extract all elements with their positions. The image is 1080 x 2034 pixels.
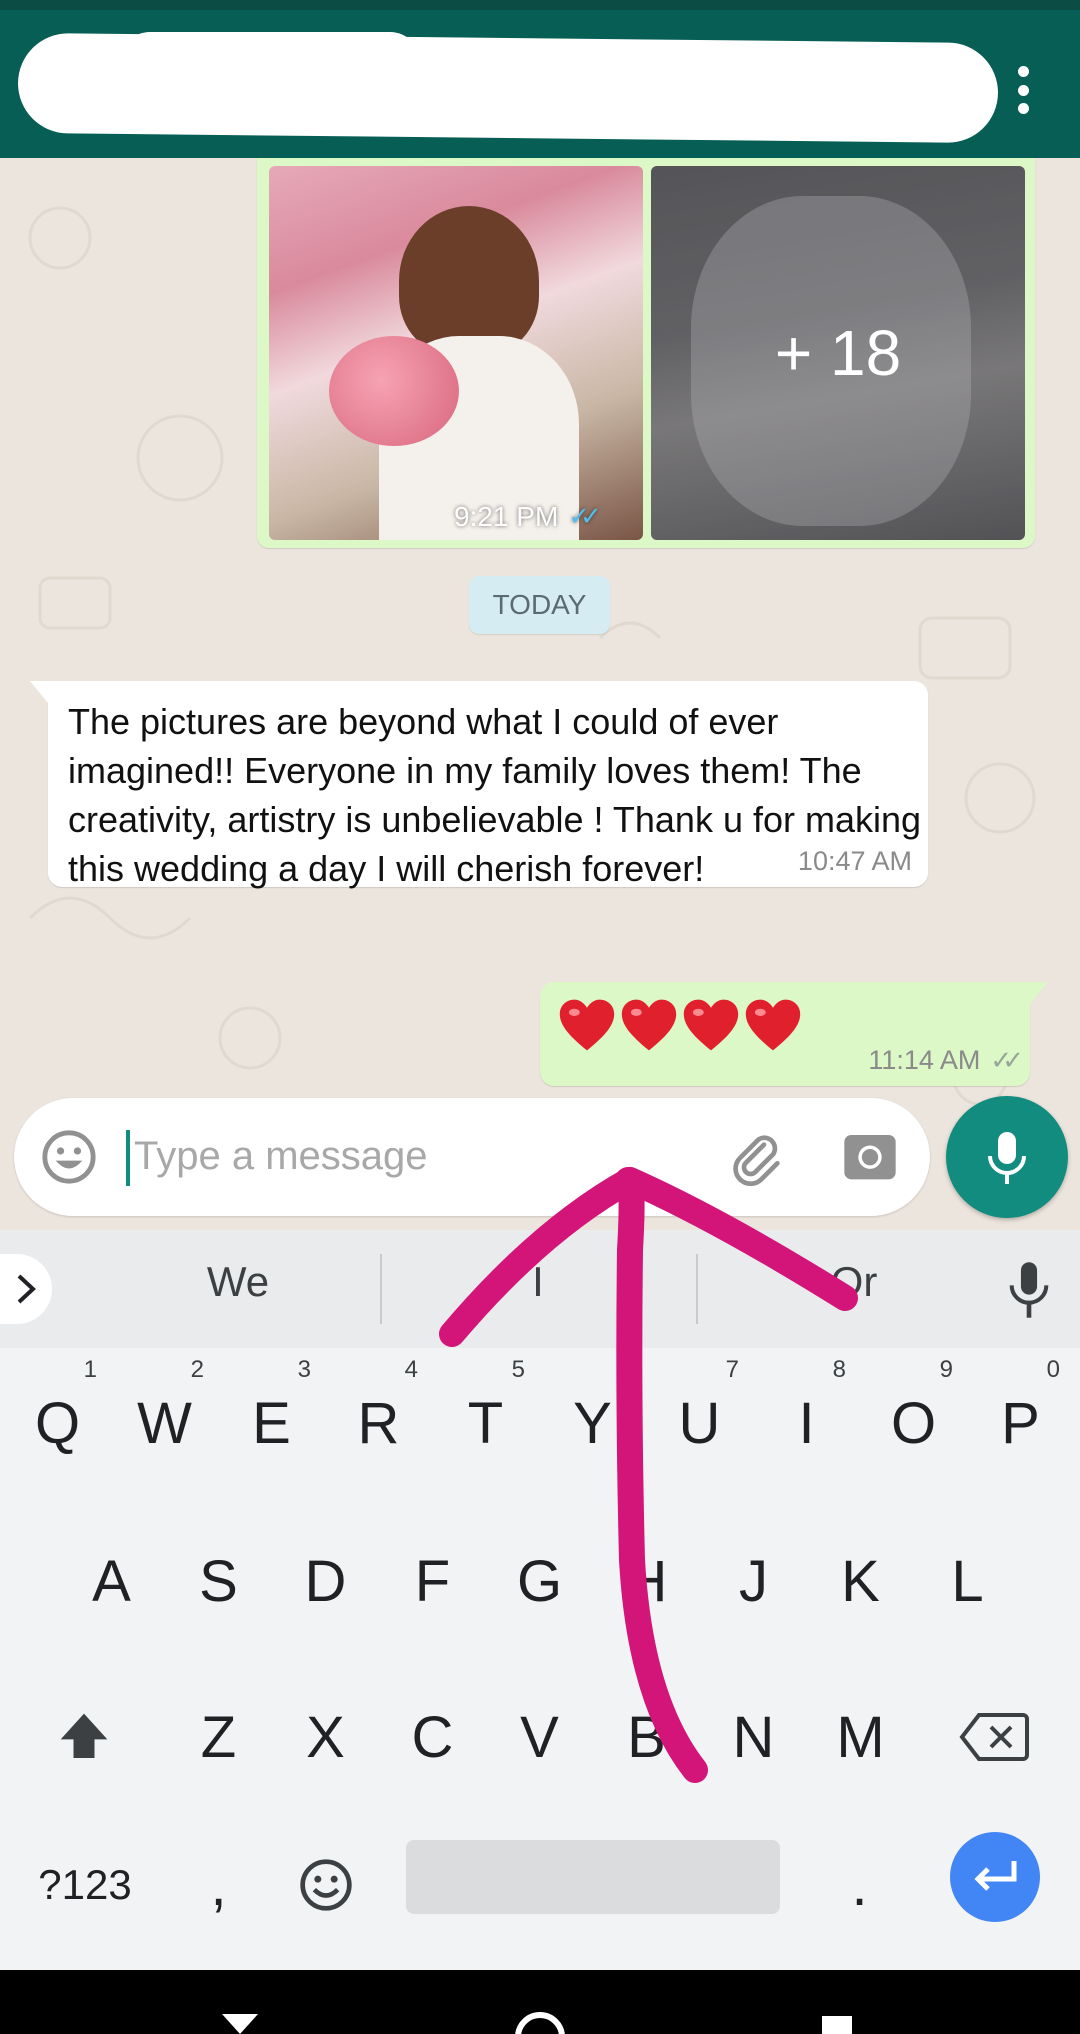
voice-input-icon[interactable] [1004,1260,1054,1320]
key-d[interactable]: D [272,1506,379,1656]
key-h[interactable]: H [593,1506,700,1656]
key-g[interactable]: G [486,1506,593,1656]
message-time: 10:47 AM [797,846,912,876]
key-row-3: Z X C V B N M [0,1662,1080,1812]
symbols-key[interactable]: ?123 [20,1810,150,1960]
key-w[interactable]: W2 [111,1348,218,1498]
key-y[interactable]: Y6 [539,1348,646,1498]
suggestion-strip: We I Or [0,1230,1080,1348]
status-bar [0,0,1080,10]
heart-emoji-icon [683,999,739,1051]
system-nav-bar [0,1970,1080,2034]
message-meta: 11:14 AM ✓✓ [868,1045,1023,1076]
backspace-icon [958,1713,1029,1761]
chat-area[interactable]: 9:21 PM ✓✓ + 18 TODAY The pictures are be… [0,158,1080,1230]
key-x[interactable]: X [272,1662,379,1812]
key-m[interactable]: M [807,1662,914,1812]
key-a[interactable]: A [58,1506,165,1656]
incoming-message[interactable]: The pictures are beyond what I could of … [30,681,928,889]
message-time: 11:14 AM [868,1045,981,1075]
key-z[interactable]: Z [165,1662,272,1812]
message-placeholder: Type a message [134,1134,428,1178]
key-p[interactable]: P0 [967,1348,1074,1498]
key-j[interactable]: J [700,1506,807,1656]
message-input[interactable]: Type a message [14,1098,930,1216]
key-e[interactable]: E3 [218,1348,325,1498]
delivered-ticks-icon: ✓✓ [990,1045,1023,1076]
suggestion-1[interactable]: We [88,1258,388,1306]
key-i[interactable]: I8 [753,1348,860,1498]
suggestion-3[interactable]: Or [704,1258,1004,1306]
key-k[interactable]: K [807,1506,914,1656]
shift-key[interactable] [30,1662,137,1812]
key-q[interactable]: Q1 [4,1348,111,1498]
photo-bouquet [329,336,459,446]
suggestion-2[interactable]: I [388,1258,688,1306]
key-t[interactable]: T5 [432,1348,539,1498]
comma-key[interactable]: , [165,1810,272,1960]
album-timestamp: 9:21 PM ✓✓ [454,501,602,532]
nav-back-icon[interactable] [222,2014,258,2034]
chevron-right-icon[interactable] [0,1254,52,1324]
read-ticks-icon: ✓✓ [568,502,601,532]
key-o[interactable]: O9 [860,1348,967,1498]
outgoing-message[interactable]: 11:14 AM ✓✓ [540,982,1048,1086]
more-vert-icon[interactable] [1010,60,1036,120]
redaction-scribble-2 [120,32,420,92]
chat-header[interactable]: onl [0,10,1080,158]
enter-key[interactable] [950,1832,1040,1922]
emoji-key[interactable] [272,1810,379,1960]
suggestion-divider [696,1254,698,1324]
key-c[interactable]: C [379,1662,486,1812]
heart-emoji-icon [559,999,615,1051]
key-l[interactable]: L [914,1506,1021,1656]
attach-icon[interactable] [724,1126,788,1190]
voice-record-button[interactable] [946,1096,1068,1218]
emoji-icon[interactable] [40,1128,98,1186]
emoji-icon [299,1859,352,1911]
period-key[interactable]: . [806,1810,913,1960]
date-divider: TODAY [469,576,610,634]
enter-icon [974,1861,1017,1891]
heart-emojis [558,996,802,1054]
suggestion-divider [380,1254,382,1324]
key-u[interactable]: U7 [646,1348,753,1498]
key-v[interactable]: V [486,1662,593,1812]
shift-icon [60,1713,107,1758]
key-s[interactable]: S [165,1506,272,1656]
nav-home-icon[interactable] [515,2012,565,2034]
key-f[interactable]: F [379,1506,486,1656]
album-photo-1[interactable]: 9:21 PM ✓✓ [269,166,643,540]
mic-icon [988,1132,1026,1184]
album-more-count: + 18 [651,166,1025,540]
space-key[interactable] [406,1840,780,1914]
key-n[interactable]: N [700,1662,807,1812]
text-caret [126,1130,130,1186]
soft-keyboard: We I Or Q1 W2 E3 R4 T5 Y6 U7 I8 O9 P0 A … [0,1230,1080,1970]
photo-album-bubble[interactable]: 9:21 PM ✓✓ + 18 [257,158,1035,548]
heart-emoji-icon [621,999,677,1051]
album-photo-2[interactable]: + 18 [651,166,1025,540]
key-r[interactable]: R4 [325,1348,432,1498]
key-row-2: A S D F G H J K L [0,1506,1080,1656]
message-composer: Type a message [0,1096,1080,1230]
camera-icon[interactable] [842,1128,898,1184]
key-b[interactable]: B [593,1662,700,1812]
photo-subject-hair [399,206,539,356]
heart-emoji-icon [745,999,801,1051]
key-row-4: ?123 , . [0,1810,1080,1960]
key-row-1: Q1 W2 E3 R4 T5 Y6 U7 I8 O9 P0 [0,1348,1080,1498]
nav-recents-icon[interactable] [822,2016,852,2034]
backspace-key[interactable] [940,1662,1047,1812]
